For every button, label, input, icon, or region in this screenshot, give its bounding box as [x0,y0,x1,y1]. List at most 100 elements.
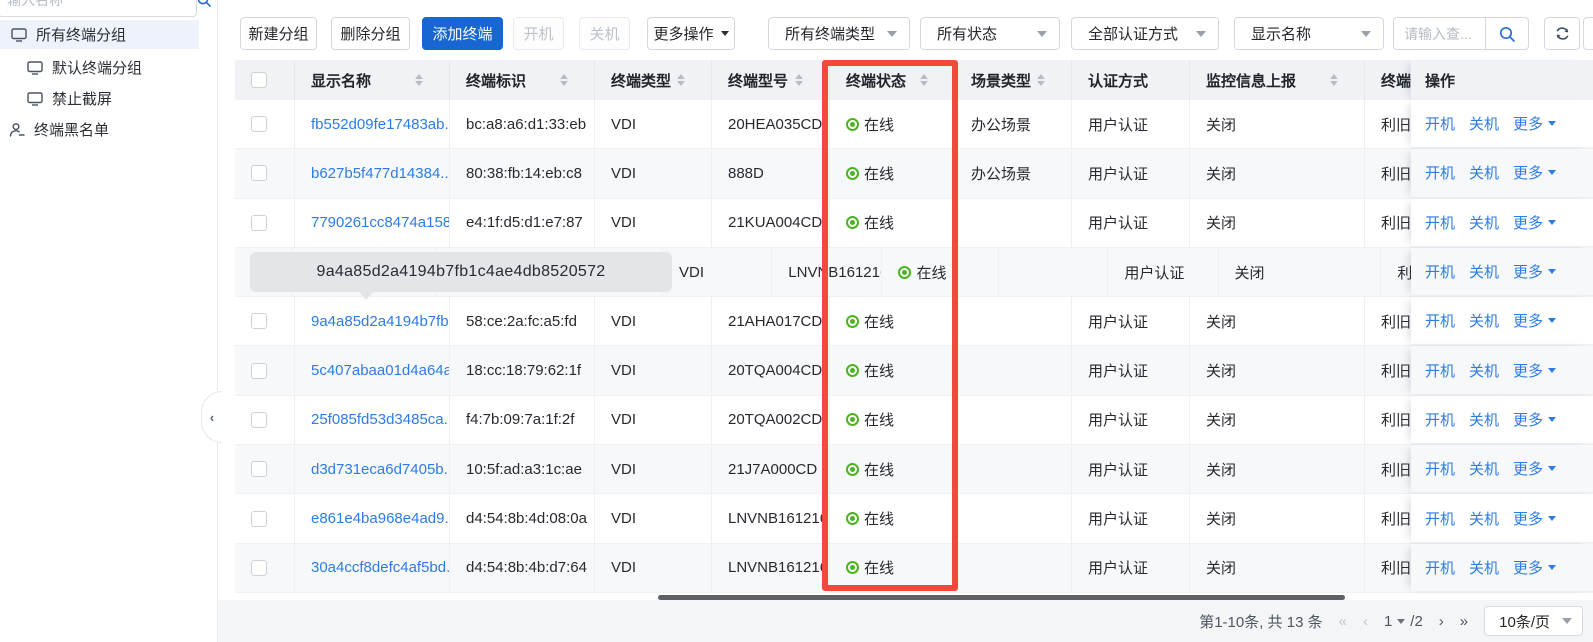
row-more-link[interactable]: 更多 [1513,261,1557,282]
status-text: 在线 [864,461,895,479]
model-text: 20TQA002CD [728,411,823,429]
terminal-name-link[interactable]: 25f085fd53d3485ca... [311,411,449,428]
table-search-input[interactable] [1393,17,1485,50]
refresh-button[interactable] [1544,17,1580,50]
row-power-on-link[interactable]: 开机 [1425,409,1455,430]
terminal-type-filter[interactable]: 所有终端类型 [768,17,910,50]
terminal-name-link[interactable]: d3d731eca6d7405b... [311,461,449,478]
cell-type: VDI [595,395,712,445]
next-page-button[interactable]: › [1439,613,1444,630]
auth-method-filter[interactable]: 全部认证方式 [1071,17,1219,50]
row-more-link[interactable]: 更多 [1513,113,1557,134]
terminal-name-link[interactable]: 30a4ccf8defc4af5bd... [311,559,449,576]
sort-icon[interactable] [560,74,568,86]
cell-operations: 开机 关机 更多 [1411,100,1593,149]
terminal-name-link[interactable]: fb552d09fe17483ab... [311,116,449,133]
sidebar-search-button[interactable] [196,0,212,16]
table-search-button[interactable] [1485,17,1529,50]
row-power-off-link[interactable]: 关机 [1469,458,1499,479]
sort-icon[interactable] [677,74,685,86]
more-actions-button[interactable]: 更多操作 [647,17,735,50]
terminal-name-link[interactable]: b627b5f477d14384... [311,165,449,182]
action-label: 关机 [1469,214,1500,232]
sidebar-item-all-terminal-groups[interactable]: 所有终端分组 [0,20,199,49]
row-power-off-link[interactable]: 关机 [1469,261,1499,282]
sort-icon[interactable] [1037,74,1045,86]
row-checkbox[interactable] [251,461,267,478]
sidebar-item-terminal-blacklist[interactable]: 终端黑名单 [0,115,199,144]
terminal-name-link[interactable]: 7790261cc8474a158... [311,214,449,231]
row-power-on-link[interactable]: 开机 [1425,212,1455,233]
row-power-off-link[interactable]: 关机 [1469,508,1499,529]
row-checkbox[interactable] [251,559,267,576]
first-page-button[interactable]: « [1339,613,1347,630]
action-label: 开机 [1425,264,1456,282]
row-more-link[interactable]: 更多 [1513,409,1557,430]
row-power-on-link[interactable]: 开机 [1425,508,1455,529]
cell-name: b627b5f477d14384... [295,149,450,198]
row-more-link[interactable]: 更多 [1513,557,1557,578]
row-power-off-link[interactable]: 关机 [1469,360,1499,381]
row-power-on-link[interactable]: 开机 [1425,162,1455,183]
row-more-link[interactable]: 更多 [1513,508,1557,529]
row-power-on-link[interactable]: 开机 [1425,458,1455,479]
row-checkbox[interactable] [251,411,267,428]
row-power-off-link[interactable]: 关机 [1469,113,1499,134]
row-checkbox[interactable] [251,313,267,330]
row-checkbox[interactable] [251,116,267,133]
sidebar-search-input[interactable] [0,0,196,8]
action-label: 更多 [1513,313,1544,331]
select-all-checkbox[interactable] [251,72,267,88]
row-power-off-link[interactable]: 关机 [1469,557,1499,578]
cell-operations: 开机 关机 更多 [1411,543,1593,592]
delete-group-button[interactable]: 删除分组 [331,17,410,50]
sidebar-item-forbid-screenshot[interactable]: 禁止截屏 [0,84,199,113]
row-power-on-link[interactable]: 开机 [1425,310,1455,331]
row-checkbox[interactable] [251,362,267,379]
new-group-button[interactable]: 新建分组 [240,17,317,50]
terminal-name-link[interactable]: e861e4ba968e4ad9... [311,510,449,527]
row-power-off-link[interactable]: 关机 [1469,162,1499,183]
horizontal-scrollbar-thumb[interactable] [658,595,1345,600]
sort-icon[interactable] [415,74,423,86]
add-terminal-button[interactable]: 添加终端 [422,17,503,50]
row-checkbox[interactable] [251,510,267,527]
row-more-link[interactable]: 更多 [1513,310,1557,331]
terminal-name-link[interactable]: 9a4a85d2a4194b7fb... [311,313,449,330]
filter-label: 所有状态 [937,26,998,43]
cell-status: 在线 [830,543,955,592]
sidebar-item-default-terminal-group[interactable]: 默认终端分组 [0,53,199,82]
type-text: VDI [611,460,637,478]
type-text: VDI [611,115,637,133]
sort-icon[interactable] [920,74,928,86]
row-more-link[interactable]: 更多 [1513,162,1557,183]
row-checkbox[interactable] [251,165,267,182]
settings-button[interactable] [1583,17,1593,50]
status-text: 在线 [864,511,895,529]
row-power-on-link[interactable]: 开机 [1425,557,1455,578]
current-page-select[interactable]: 1 /2 [1384,613,1423,630]
row-more-link[interactable]: 更多 [1513,458,1557,479]
status-filter[interactable]: 所有状态 [920,17,1060,50]
row-checkbox[interactable] [251,214,267,231]
scene-text: 办公场景 [971,165,1032,183]
row-power-off-link[interactable]: 关机 [1469,409,1499,430]
row-power-off-link[interactable]: 关机 [1469,212,1499,233]
sort-icon[interactable] [795,74,803,86]
row-power-on-link[interactable]: 开机 [1425,113,1455,134]
row-power-on-link[interactable]: 开机 [1425,360,1455,381]
row-power-on-link[interactable]: 开机 [1425,261,1455,282]
last-page-button[interactable]: » [1460,613,1468,630]
row-power-off-link[interactable]: 关机 [1469,310,1499,331]
sort-icon[interactable] [1330,74,1338,86]
monitor-text: 关闭 [1206,313,1237,331]
cell-auth: 用户认证 [1072,297,1190,346]
table-row: d3d731eca6d7405b... 10:5f:ad:a3:1c:ae VDI 2… [235,445,1593,495]
search-field-select[interactable]: 显示名称 [1234,17,1384,50]
terminal-name-link[interactable]: 5c407abaa01d4a64a... [311,362,449,379]
row-more-link[interactable]: 更多 [1513,212,1557,233]
cell-checkbox [235,494,295,543]
row-more-link[interactable]: 更多 [1513,360,1557,381]
page-size-select[interactable]: 10条/页 [1484,606,1583,636]
prev-page-button[interactable]: ‹ [1363,613,1368,630]
